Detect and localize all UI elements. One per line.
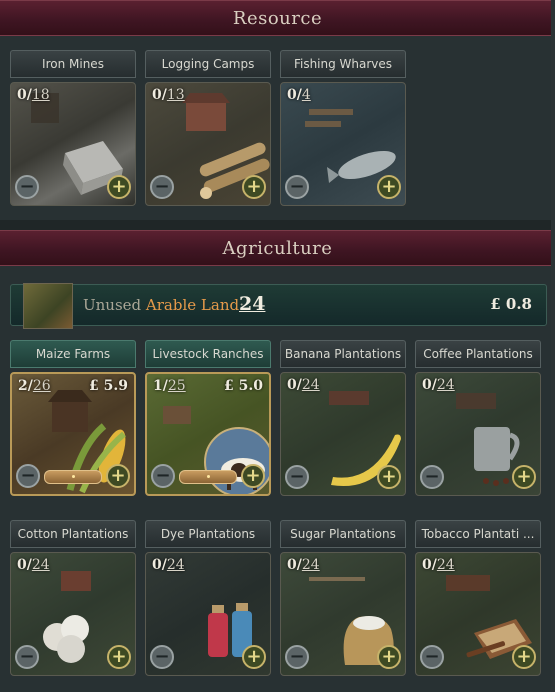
sugar-plantations-card[interactable]: Sugar Plantations 0/24 − + (280, 520, 406, 676)
iron-mines-tile[interactable]: 0/18 − + (10, 82, 136, 206)
scrollbar-track[interactable] (551, 0, 555, 692)
arable-land-cost: £ 0.8 (490, 295, 532, 313)
coffee-plantations-remove-button[interactable]: − (420, 465, 444, 489)
maize-farms-tile[interactable]: 2/26 £ 5.9 − + (10, 372, 136, 496)
fishing-wharves-remove-button[interactable]: − (285, 175, 309, 199)
maize-farms-remove-button[interactable]: − (16, 464, 40, 488)
banana-plantations-remove-button[interactable]: − (285, 465, 309, 489)
cotton-plantations-add-button[interactable]: + (107, 645, 131, 669)
maize-farms-price: £ 5.9 (89, 378, 128, 394)
livestock-ranches-add-button[interactable]: + (241, 464, 265, 488)
maize-farms-title: Maize Farms (10, 340, 136, 368)
tobacco-plantations-add-button[interactable]: + (512, 645, 536, 669)
logging-camps-remove-button[interactable]: − (150, 175, 174, 199)
coffee-plantations-count: 0/24 (422, 377, 455, 393)
livestock-ranches-price: £ 5.0 (224, 378, 263, 394)
logging-camps-tile[interactable]: 0/13 − + (145, 82, 271, 206)
dye-plantations-title: Dye Plantations (145, 520, 271, 548)
logging-camps-count: 0/13 (152, 87, 185, 103)
tobacco-plantations-tile[interactable]: 0/24 − + (415, 552, 541, 676)
sugar-plantations-remove-button[interactable]: − (285, 645, 309, 669)
tobacco-plantations-title: Tobacco Plantati ... (415, 520, 541, 548)
resource-section-title: Resource (232, 7, 323, 29)
fishing-wharves-title: Fishing Wharves (280, 50, 406, 78)
livestock-ranches-remove-button[interactable]: − (151, 464, 175, 488)
iron-mines-remove-button[interactable]: − (15, 175, 39, 199)
logging-camps-add-button[interactable]: + (242, 175, 266, 199)
maize-farms-card[interactable]: Maize Farms 2/26 £ 5.9 − + (10, 340, 136, 496)
maize-farms-count: 2/26 (18, 378, 51, 394)
cotton-plantations-card[interactable]: Cotton Plantations 0/24 − + (10, 520, 136, 676)
arable-land-bar: Unused Arable Land: 24 £ 0.8 (10, 283, 547, 329)
dye-plantations-card[interactable]: Dye Plantations 0/24 − + (145, 520, 271, 676)
livestock-ranches-card[interactable]: Livestock Ranches 1/25 £ 5.0 − + (145, 340, 271, 496)
fishing-wharves-count: 0/4 (287, 87, 311, 103)
sugar-plantations-title: Sugar Plantations (280, 520, 406, 548)
fishing-wharves-tile[interactable]: 0/4 − + (280, 82, 406, 206)
iron-mines-add-button[interactable]: + (107, 175, 131, 199)
iron-mines-card[interactable]: Iron Mines 0/18 − + (10, 50, 136, 206)
cotton-plantations-tile[interactable]: 0/24 − + (10, 552, 136, 676)
tobacco-plantations-remove-button[interactable]: − (420, 645, 444, 669)
cotton-plantations-remove-button[interactable]: − (15, 645, 39, 669)
sugar-plantations-add-button[interactable]: + (377, 645, 401, 669)
dye-plantations-remove-button[interactable]: − (150, 645, 174, 669)
logging-camps-title: Logging Camps (145, 50, 271, 78)
banana-plantations-count: 0/24 (287, 377, 320, 393)
sugar-plantations-tile[interactable]: 0/24 − + (280, 552, 406, 676)
banana-plantations-card[interactable]: Banana Plantations 0/24 − + (280, 340, 406, 496)
maize-farms-add-button[interactable]: + (106, 464, 130, 488)
banana-plantations-title: Banana Plantations (280, 340, 406, 368)
dye-plantations-count: 0/24 (152, 557, 185, 573)
banana-plantations-add-button[interactable]: + (377, 465, 401, 489)
dye-plantations-add-button[interactable]: + (242, 645, 266, 669)
iron-mines-count: 0/18 (17, 87, 50, 103)
tobacco-plantations-card[interactable]: Tobacco Plantati ... 0/24 − + (415, 520, 541, 676)
fishing-wharves-add-button[interactable]: + (377, 175, 401, 199)
sugar-plantations-count: 0/24 (287, 557, 320, 573)
livestock-ranches-progress-bar (179, 470, 237, 484)
maize-farms-progress-bar (44, 470, 102, 484)
agriculture-section-header: Agriculture (0, 230, 555, 266)
coffee-plantations-card[interactable]: Coffee Plantations 0/24 − + (415, 340, 541, 496)
resource-section-header: Resource (0, 0, 555, 36)
cotton-plantations-title: Cotton Plantations (10, 520, 136, 548)
arable-land-label: Unused Arable Land: (83, 296, 245, 314)
cotton-plantations-count: 0/24 (17, 557, 50, 573)
livestock-ranches-tile[interactable]: 1/25 £ 5.0 − + (145, 372, 271, 496)
tobacco-plantations-count: 0/24 (422, 557, 455, 573)
arable-land-thumbnail (23, 283, 73, 329)
iron-mines-title: Iron Mines (10, 50, 136, 78)
dye-plantations-tile[interactable]: 0/24 − + (145, 552, 271, 676)
livestock-ranches-count: 1/25 (153, 378, 186, 394)
coffee-plantations-tile[interactable]: 0/24 − + (415, 372, 541, 496)
coffee-plantations-title: Coffee Plantations (415, 340, 541, 368)
coffee-plantations-add-button[interactable]: + (512, 465, 536, 489)
banana-plantations-tile[interactable]: 0/24 − + (280, 372, 406, 496)
arable-land-value: 24 (239, 293, 266, 315)
logging-camps-card[interactable]: Logging Camps 0/13 − + (145, 50, 271, 206)
agriculture-section-title: Agriculture (222, 237, 333, 259)
fishing-wharves-card[interactable]: Fishing Wharves 0/4 − + (280, 50, 406, 206)
arable-land-link[interactable]: Arable Land (146, 296, 239, 314)
livestock-ranches-title: Livestock Ranches (145, 340, 271, 368)
